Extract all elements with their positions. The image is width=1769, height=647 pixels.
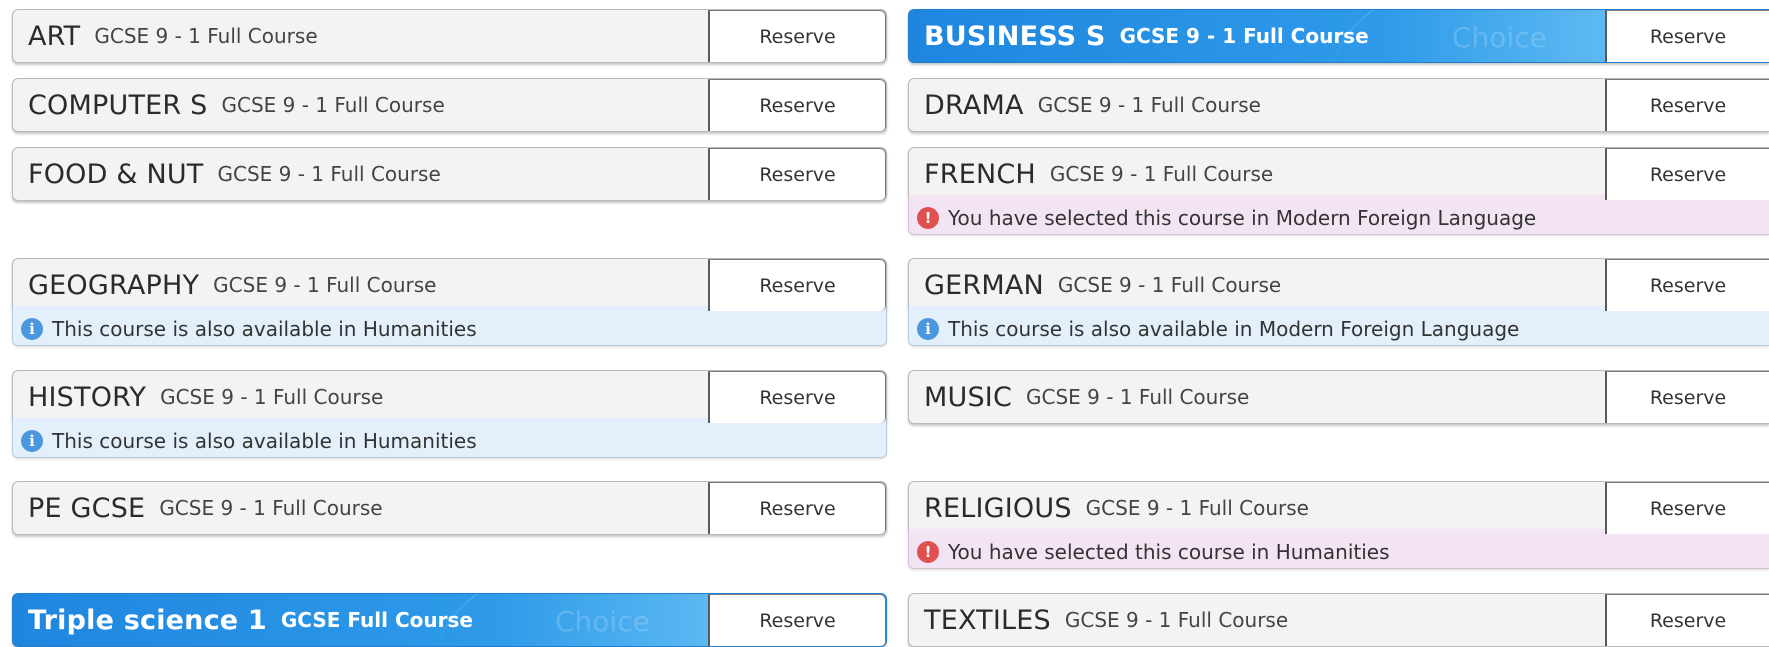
course-card-triple-science-selected: Triple science 1 GCSE Full Course Choice… (12, 593, 887, 647)
course-subtitle: GCSE 9 - 1 Full Course (159, 496, 383, 520)
course-card-religious: RELIGIOUS GCSE 9 - 1 Full Course Reserve (908, 481, 1769, 535)
course-slot: FRENCH GCSE 9 - 1 Full Course Reserve ! … (908, 147, 1769, 235)
info-circle-icon: i (21, 429, 43, 452)
course-info-note: i This course is also available in Moder… (908, 306, 1769, 346)
note-text: This course is also available in Modern … (948, 316, 1520, 341)
course-title: FRENCH (924, 158, 1036, 190)
course-subtitle: GCSE 9 - 1 Full Course (1057, 273, 1282, 297)
course-card-german: GERMAN GCSE 9 - 1 Full Course Reserve (908, 258, 1769, 312)
course-slot: ART GCSE 9 - 1 Full Course Reserve (12, 9, 887, 63)
course-subtitle: GCSE 9 - 1 Full Course (1119, 24, 1369, 48)
course-card-business-studies-selected: BUSINESS S GCSE 9 - 1 Full Course Choice… (908, 9, 1769, 63)
course-card-history: HISTORY GCSE 9 - 1 Full Course Reserve (12, 370, 887, 424)
reserve-button[interactable]: Reserve (1605, 482, 1769, 534)
course-options-grid: ART GCSE 9 - 1 Full Course Reserve COMPU… (0, 0, 1769, 647)
exclamation-circle-icon: ! (917, 206, 939, 229)
course-title: COMPUTER S (28, 89, 208, 121)
course-card-drama: DRAMA GCSE 9 - 1 Full Course Reserve (908, 78, 1769, 132)
reserve-button[interactable]: Reserve (708, 148, 886, 200)
course-slot: TEXTILES GCSE 9 - 1 Full Course Reserve (908, 593, 1769, 647)
course-subtitle: GCSE 9 - 1 Full Course (213, 273, 437, 297)
course-slot: BUSINESS S GCSE 9 - 1 Full Course Choice… (908, 9, 1769, 63)
course-title: FOOD & NUT (28, 158, 204, 190)
course-slot: GEOGRAPHY GCSE 9 - 1 Full Course Reserve… (12, 258, 887, 346)
course-subtitle: GCSE Full Course (280, 608, 473, 632)
course-title: HISTORY (28, 381, 147, 413)
course-subtitle: GCSE 9 - 1 Full Course (160, 385, 384, 409)
course-subtitle: GCSE 9 - 1 Full Course (1026, 385, 1250, 409)
course-card-textiles: TEXTILES GCSE 9 - 1 Full Course Reserve (908, 593, 1769, 647)
course-warning-note: ! You have selected this course in Human… (908, 529, 1769, 569)
course-warning-note: ! You have selected this course in Moder… (908, 195, 1769, 235)
course-card-music: MUSIC GCSE 9 - 1 Full Course Reserve (908, 370, 1769, 424)
reserve-button[interactable]: Reserve (1605, 259, 1769, 311)
reserve-button[interactable]: Reserve (1605, 594, 1769, 646)
course-slot: FOOD & NUT GCSE 9 - 1 Full Course Reserv… (12, 147, 887, 201)
course-title: TEXTILES (924, 604, 1051, 636)
course-slot: HISTORY GCSE 9 - 1 Full Course Reserve i… (12, 370, 887, 458)
course-slot: COMPUTER S GCSE 9 - 1 Full Course Reserv… (12, 78, 887, 132)
course-title: PE GCSE (28, 492, 146, 524)
course-subtitle: GCSE 9 - 1 Full Course (1037, 93, 1261, 117)
course-subtitle: GCSE 9 - 1 Full Course (94, 24, 318, 48)
note-text: This course is also available in Humanit… (52, 428, 477, 453)
reserve-button[interactable]: Reserve (708, 371, 886, 423)
course-title: GEOGRAPHY (28, 269, 200, 301)
course-card-food-nutrition: FOOD & NUT GCSE 9 - 1 Full Course Reserv… (12, 147, 887, 201)
course-info-note: i This course is also available in Human… (12, 418, 887, 458)
course-slot: MUSIC GCSE 9 - 1 Full Course Reserve (908, 370, 1769, 424)
course-card-pe-gcse: PE GCSE GCSE 9 - 1 Full Course Reserve (12, 481, 887, 535)
course-slot: PE GCSE GCSE 9 - 1 Full Course Reserve (12, 481, 887, 535)
course-slot: GERMAN GCSE 9 - 1 Full Course Reserve i … (908, 258, 1769, 346)
course-subtitle: GCSE 9 - 1 Full Course (221, 93, 445, 117)
course-card-art: ART GCSE 9 - 1 Full Course Reserve (12, 9, 887, 63)
course-subtitle: GCSE 9 - 1 Full Course (1064, 608, 1289, 632)
choice-watermark: Choice (555, 605, 650, 638)
course-title: Triple science 1 (28, 604, 267, 636)
info-circle-icon: i (917, 317, 939, 340)
course-title: RELIGIOUS (924, 492, 1072, 524)
course-title: ART (28, 20, 81, 52)
reserve-button[interactable]: Reserve (1605, 148, 1769, 200)
course-subtitle: GCSE 9 - 1 Full Course (217, 162, 441, 186)
note-text: This course is also available in Humanit… (52, 316, 477, 341)
note-text: You have selected this course in Modern … (948, 205, 1537, 230)
course-card-french: FRENCH GCSE 9 - 1 Full Course Reserve (908, 147, 1769, 201)
reserve-button[interactable]: Reserve (708, 594, 886, 646)
course-slot: Triple science 1 GCSE Full Course Choice… (12, 593, 887, 647)
course-title: GERMAN (924, 269, 1044, 301)
course-card-computer-science: COMPUTER S GCSE 9 - 1 Full Course Reserv… (12, 78, 887, 132)
reserve-button[interactable]: Reserve (1605, 79, 1769, 131)
reserve-button[interactable]: Reserve (708, 482, 886, 534)
reserve-button[interactable]: Reserve (708, 79, 886, 131)
choice-watermark: Choice (1452, 21, 1547, 54)
reserve-button[interactable]: Reserve (708, 10, 886, 62)
course-title: MUSIC (924, 381, 1013, 413)
note-text: You have selected this course in Humanit… (948, 539, 1390, 564)
reserve-button[interactable]: Reserve (1605, 371, 1769, 423)
course-title: DRAMA (924, 89, 1024, 121)
reserve-button[interactable]: Reserve (708, 259, 886, 311)
course-subtitle: GCSE 9 - 1 Full Course (1085, 496, 1309, 520)
exclamation-circle-icon: ! (917, 540, 939, 563)
course-subtitle: GCSE 9 - 1 Full Course (1049, 162, 1274, 186)
course-card-geography: GEOGRAPHY GCSE 9 - 1 Full Course Reserve (12, 258, 887, 312)
course-info-note: i This course is also available in Human… (12, 306, 887, 346)
info-circle-icon: i (21, 317, 43, 340)
reserve-button[interactable]: Reserve (1605, 10, 1769, 62)
course-slot: RELIGIOUS GCSE 9 - 1 Full Course Reserve… (908, 481, 1769, 569)
course-slot: DRAMA GCSE 9 - 1 Full Course Reserve (908, 78, 1769, 132)
course-title: BUSINESS S (924, 20, 1106, 52)
